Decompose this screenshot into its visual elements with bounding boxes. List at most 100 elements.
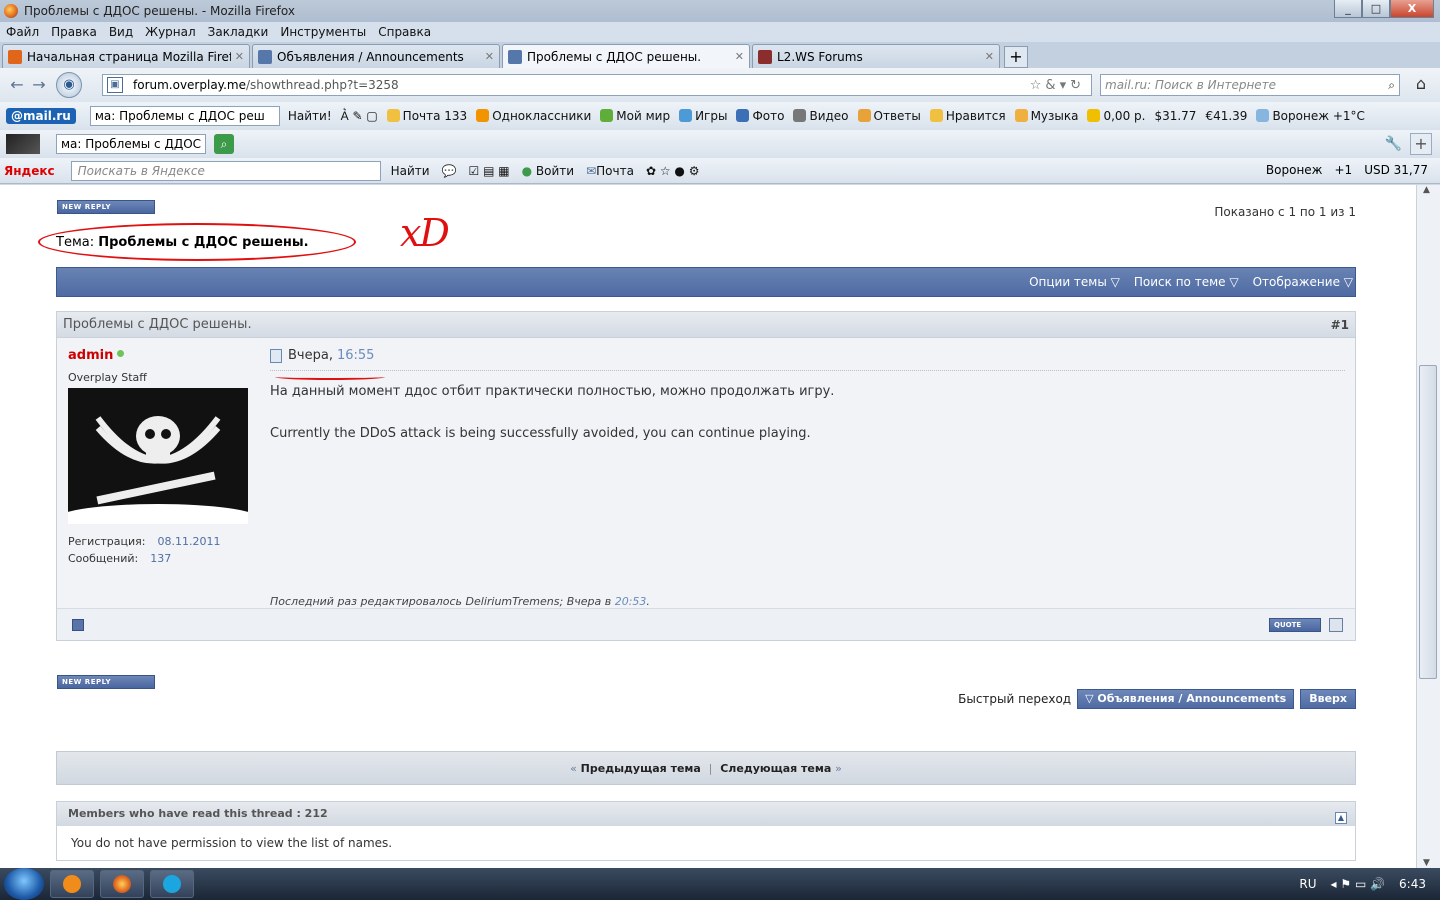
new-reply-button-bottom[interactable]: NEW REPLY bbox=[57, 675, 155, 689]
weather-item[interactable]: Воронеж +1°C bbox=[1256, 109, 1365, 123]
tab-close-icon[interactable]: ✕ bbox=[735, 50, 744, 63]
display-mode-menu[interactable]: Отображение ▽ bbox=[1253, 275, 1353, 289]
home-icon[interactable]: ⌂ bbox=[1408, 74, 1434, 96]
answers-item[interactable]: Ответы bbox=[857, 109, 921, 123]
history-icon[interactable]: ◉ bbox=[56, 72, 82, 98]
usd-item[interactable]: $31.77 bbox=[1154, 109, 1196, 123]
search-icon[interactable]: ⌕ bbox=[1388, 78, 1395, 93]
new-reply-button-top[interactable]: NEW REPLY bbox=[57, 200, 155, 214]
tab-close-icon[interactable]: ✕ bbox=[985, 50, 994, 63]
report-icon[interactable] bbox=[72, 619, 84, 631]
back-icon[interactable]: ← bbox=[6, 74, 28, 96]
scroll-down-icon[interactable]: ▼ bbox=[1423, 858, 1430, 868]
odnoklassniki-item[interactable]: Одноклассники bbox=[476, 109, 591, 123]
site-favicon: ▣ bbox=[107, 77, 123, 93]
search-box[interactable]: mail.ru: Поиск в Интернете ⌕ bbox=[1100, 74, 1400, 96]
taskbar-app-avast[interactable] bbox=[50, 870, 94, 898]
eur-item[interactable]: €41.39 bbox=[1205, 109, 1247, 123]
mail-item[interactable]: Почта 133 bbox=[386, 109, 467, 123]
menu-file[interactable]: Файл bbox=[6, 25, 39, 39]
menu-help[interactable]: Справка bbox=[378, 25, 431, 39]
taskbar-app-firefox[interactable] bbox=[100, 870, 144, 898]
new-tab-button[interactable]: + bbox=[1004, 46, 1028, 68]
back-to-top-button[interactable]: Вверх bbox=[1300, 689, 1356, 709]
mailru-logo[interactable]: @mail.ru bbox=[6, 108, 76, 124]
firefox-icon bbox=[113, 875, 131, 893]
yandex-weather[interactable]: +1 bbox=[1334, 163, 1352, 177]
likes-item[interactable]: Нравится bbox=[929, 109, 1006, 123]
menu-view[interactable]: Вид bbox=[109, 25, 133, 39]
tray-icons[interactable]: ◂ ⚑ ▭ 🔊 bbox=[1331, 877, 1386, 891]
posts-label: Сообщений: bbox=[68, 552, 139, 565]
tab-close-icon[interactable]: ✕ bbox=[235, 50, 244, 63]
yandex-tools-icon[interactable]: ☑ ▤ ▦ bbox=[469, 164, 510, 178]
wrench-icon[interactable]: 🔧 bbox=[1385, 136, 1402, 152]
yandex-logo[interactable]: Яндекс bbox=[4, 164, 55, 178]
yandex-extra-icons[interactable]: ✿ ☆ ● ⚙ bbox=[646, 164, 699, 178]
yandex-city[interactable]: Воронеж bbox=[1266, 163, 1323, 177]
photo-item[interactable]: Фото bbox=[736, 109, 784, 123]
tab-announcements[interactable]: Объявления / Announcements ✕ bbox=[252, 44, 500, 68]
tab-close-icon[interactable]: ✕ bbox=[485, 50, 494, 63]
weather-label: Воронеж +1°C bbox=[1272, 109, 1365, 123]
clock[interactable]: 6:43 bbox=[1399, 877, 1426, 891]
start-button[interactable] bbox=[4, 868, 44, 900]
menu-edit[interactable]: Правка bbox=[51, 25, 97, 39]
taskbar-app-skype[interactable] bbox=[150, 870, 194, 898]
user-registration: Регистрация: 08.11.2011 bbox=[68, 535, 220, 548]
myworld-item[interactable]: Мой мир bbox=[600, 109, 670, 123]
author-name[interactable]: admin bbox=[68, 348, 113, 363]
url-bar[interactable]: ▣ forum.overplay.me/showthread.php?t=325… bbox=[102, 74, 1092, 96]
tab-ddos-thread[interactable]: Проблемы с ДДОС решены. ✕ bbox=[502, 44, 750, 68]
chat-icon[interactable]: 💬 bbox=[442, 164, 457, 178]
maximize-button[interactable]: □ bbox=[1362, 0, 1390, 18]
window-titlebar: Проблемы с ДДОС решены. - Mozilla Firefo… bbox=[0, 0, 1440, 22]
bookmark-reload-icons[interactable]: ☆&▾↻ bbox=[1030, 78, 1085, 93]
forward-icon[interactable]: → bbox=[28, 74, 50, 96]
tab-l2ws-forums[interactable]: L2.WS Forums ✕ bbox=[752, 44, 1000, 68]
menu-history[interactable]: Журнал bbox=[145, 25, 196, 39]
games-item[interactable]: Игры bbox=[679, 109, 727, 123]
menu-bookmarks[interactable]: Закладки bbox=[208, 25, 269, 39]
search-go-icon[interactable]: ⌕ bbox=[214, 134, 234, 154]
multi-quote-icon[interactable] bbox=[1329, 618, 1343, 632]
scroll-up-icon[interactable]: ▲ bbox=[1423, 185, 1430, 195]
edit-note-suffix: . bbox=[646, 595, 650, 608]
post-number[interactable]: #1 bbox=[1331, 318, 1349, 332]
language-indicator[interactable]: RU bbox=[1299, 877, 1316, 891]
yandex-search-input[interactable]: Поискать в Яндексе bbox=[70, 160, 381, 181]
yandex-find-button[interactable]: Найти bbox=[391, 164, 430, 178]
search-thread-menu[interactable]: Поиск по теме ▽ bbox=[1134, 275, 1239, 289]
mailru-search-field[interactable]: ма: Проблемы с ДДОС реш bbox=[89, 106, 280, 126]
forum-jump-select[interactable]: ▽ Объявления / Announcements bbox=[1077, 689, 1295, 709]
collapse-icon[interactable]: ▲ bbox=[1335, 812, 1347, 824]
toolbar-logo-icon[interactable] bbox=[6, 134, 40, 154]
font-icon[interactable]: A͛ ✎ ▢ bbox=[341, 109, 378, 123]
add-toolbar-button[interactable]: + bbox=[1410, 133, 1432, 155]
posts-value[interactable]: 137 bbox=[150, 552, 171, 565]
window-controls: _ □ X bbox=[1334, 0, 1434, 18]
post-author[interactable]: admin bbox=[68, 348, 125, 363]
thread-options-menu[interactable]: Опции темы ▽ bbox=[1029, 275, 1120, 289]
close-button[interactable]: X bbox=[1390, 0, 1434, 18]
page-scrollbar[interactable]: ▲ ▼ bbox=[1416, 185, 1440, 868]
previous-thread-link[interactable]: Предыдущая тема bbox=[581, 762, 701, 775]
toolbar2-search-field[interactable]: ма: Проблемы с ДДОС bbox=[56, 134, 206, 154]
post-header: Проблемы с ДДОС решены. #1 bbox=[57, 312, 1355, 338]
minimize-button[interactable]: _ bbox=[1334, 0, 1362, 18]
scroll-thumb[interactable] bbox=[1419, 365, 1437, 679]
tab-firefox-start[interactable]: Начальная страница Mozilla Firefox ✕ bbox=[2, 44, 250, 68]
quote-button[interactable]: QUOTE bbox=[1269, 618, 1321, 632]
login-icon: ● bbox=[521, 163, 533, 178]
avatar[interactable] bbox=[68, 388, 248, 524]
next-thread-link[interactable]: Следующая тема bbox=[720, 762, 831, 775]
money-item[interactable]: 0,00 р. bbox=[1087, 109, 1145, 123]
mailru-find-button[interactable]: Найти! bbox=[288, 109, 332, 123]
yandex-mail[interactable]: ✉Почта bbox=[586, 164, 634, 178]
yandex-usd[interactable]: USD 31,77 bbox=[1364, 163, 1428, 177]
quick-jump: Быстрый переход ▽ Объявления / Announcem… bbox=[958, 689, 1356, 709]
menu-tools[interactable]: Инструменты bbox=[280, 25, 366, 39]
music-item[interactable]: Музыка bbox=[1014, 109, 1078, 123]
yandex-login[interactable]: ● Войти bbox=[522, 164, 574, 178]
video-item[interactable]: Видео bbox=[793, 109, 849, 123]
